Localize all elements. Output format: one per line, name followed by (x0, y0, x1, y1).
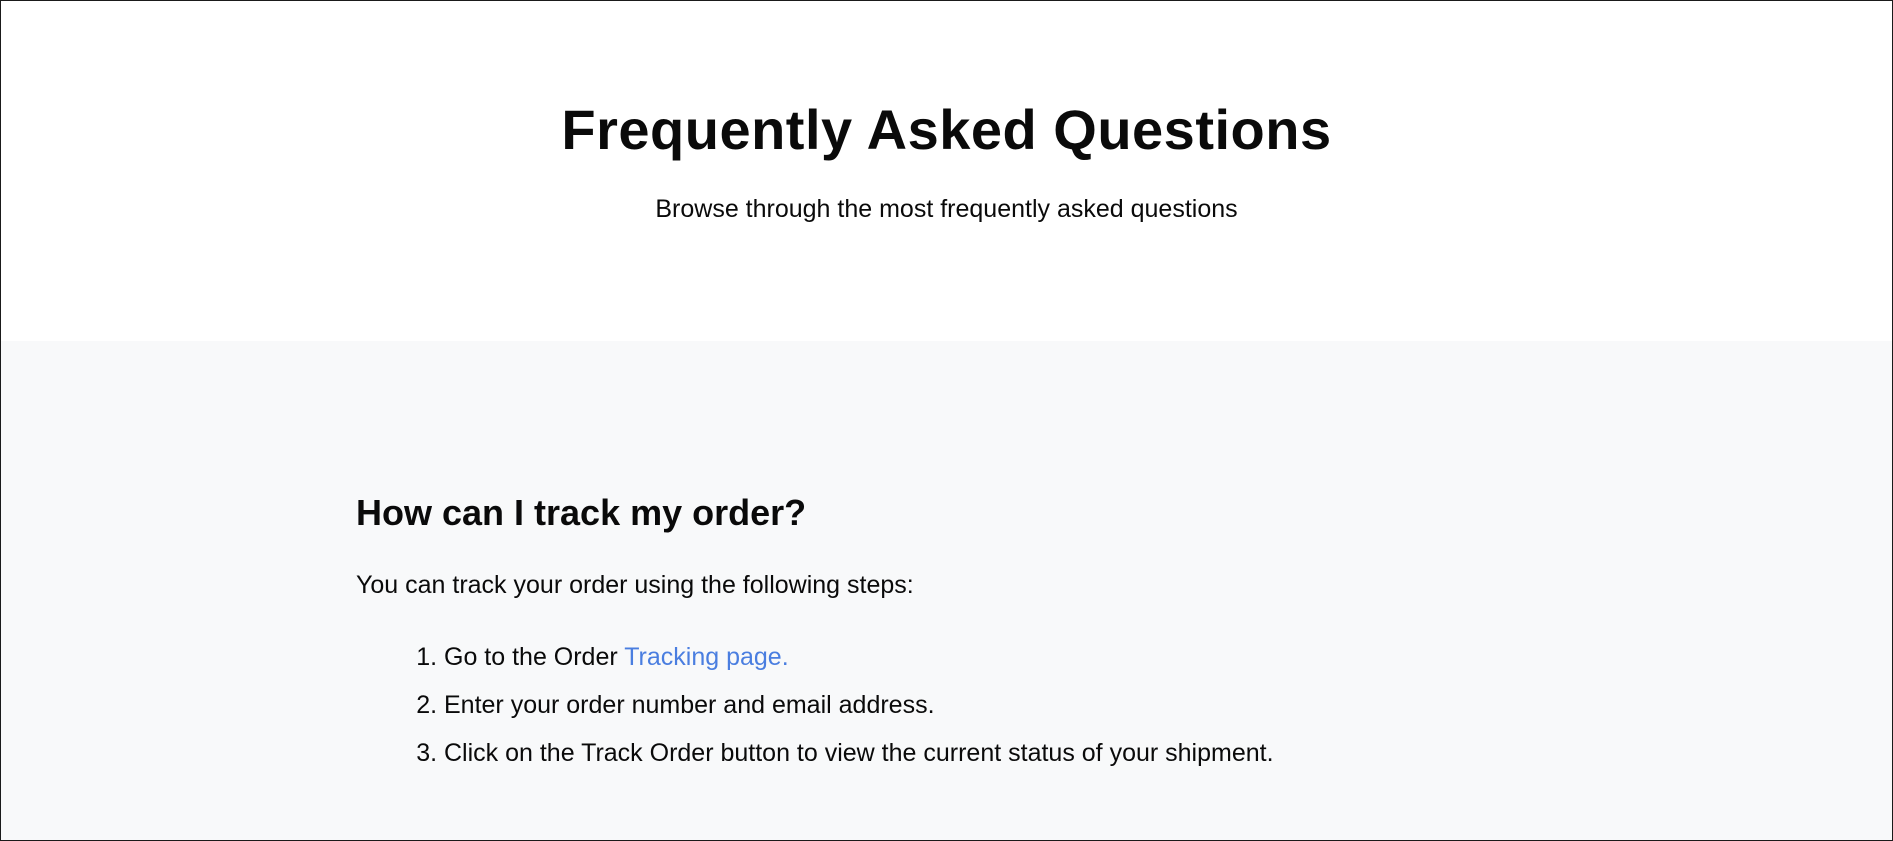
faq-step-1: Go to the Order Tracking page. (444, 641, 1892, 673)
faq-step-2: Enter your order number and email addres… (444, 689, 1892, 721)
faq-step-2-text: Enter your order number and email addres… (444, 691, 935, 719)
faq-step-1-text: Go to the Order (444, 643, 625, 671)
faq-section: How can I track my order? You can track … (1, 341, 1892, 840)
hero-section: Frequently Asked Questions Browse throug… (1, 1, 1892, 341)
faq-step-3: Click on the Track Order button to view … (444, 737, 1892, 769)
page-subtitle: Browse through the most frequently asked… (655, 195, 1238, 223)
faq-intro: You can track your order using the follo… (356, 571, 914, 599)
faq-steps-list: Go to the Order Tracking page. Enter you… (356, 641, 1892, 769)
tracking-page-link[interactable]: Tracking page. (624, 643, 788, 671)
faq-question: How can I track my order? (356, 492, 807, 533)
page-title: Frequently Asked Questions (561, 98, 1332, 161)
page: Frequently Asked Questions Browse throug… (0, 0, 1893, 841)
faq-step-3-text: Click on the Track Order button to view … (444, 739, 1274, 767)
